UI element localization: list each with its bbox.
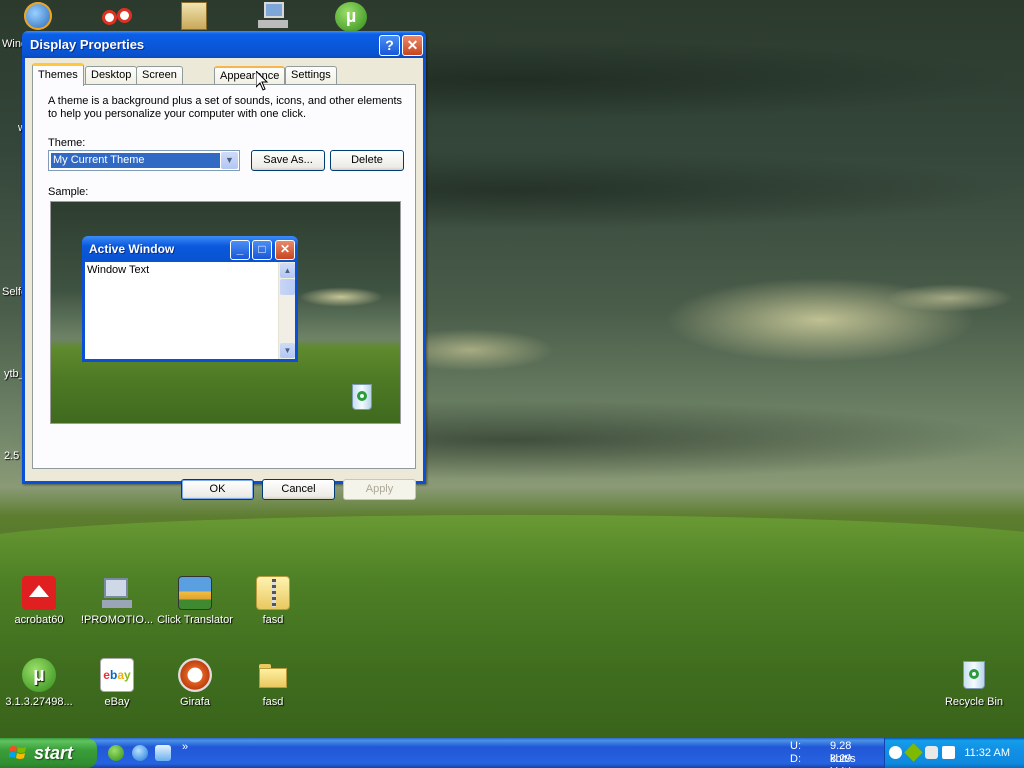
desktop-icon-fasd-zip[interactable]: fasd — [234, 576, 312, 626]
cancel-button[interactable]: Cancel — [262, 479, 335, 500]
sample-active-window: Active Window _ □ ✕ Window Text ▲ ▼ — [82, 236, 298, 362]
tab-appearance[interactable]: Appearance — [214, 66, 286, 85]
desktop-icon-label: !PROMOTIO... — [80, 614, 154, 626]
sample-window-titlebar: Active Window _ □ ✕ — [82, 236, 298, 262]
scroll-up-icon: ▲ — [280, 263, 295, 278]
close-button[interactable]: ✕ — [402, 35, 423, 56]
desktop-icon-utorrent[interactable]: µ 3.1.3.27498... — [0, 658, 78, 708]
help-button[interactable]: ? — [379, 35, 400, 56]
utorrent-icon[interactable] — [108, 745, 124, 761]
computer-program-icon — [100, 576, 134, 610]
tray-network-icon[interactable] — [904, 743, 923, 762]
theme-select[interactable]: My Current Theme ▼ — [48, 150, 240, 171]
sample-scrollbar: ▲ ▼ — [278, 262, 295, 359]
utorrent-icon[interactable]: µ — [335, 2, 367, 32]
download-rate: 8.29 kbit/s — [830, 753, 856, 768]
desktop-icon-label: acrobat60 — [14, 614, 64, 626]
sample-window-body: Window Text ▲ ▼ — [85, 262, 295, 359]
dialog-client-area: Themes Desktop Screen Saver Appearance S… — [25, 58, 423, 500]
theme-label: Theme: — [48, 137, 86, 149]
apply-button[interactable]: Apply — [343, 479, 416, 500]
desktop-icon-girafa[interactable]: Girafa — [156, 658, 234, 708]
start-label: start — [34, 743, 74, 763]
mouse-cursor-icon — [256, 71, 268, 91]
recycle-bin-icon — [957, 658, 991, 692]
acrobat-icon — [22, 576, 56, 610]
tab-themes[interactable]: Themes — [32, 63, 84, 86]
tab-screen-saver[interactable]: Screen Saver — [136, 66, 183, 98]
clock[interactable]: 11:32 AM — [964, 738, 1010, 768]
sample-window-text: Window Text — [87, 264, 150, 276]
recycle-bin-icon — [349, 382, 375, 412]
display-properties-dialog: Display Properties ? ✕ Themes Desktop Sc… — [22, 31, 426, 500]
desktop-icon-acrobat60[interactable]: acrobat60 — [0, 576, 78, 626]
theme-select-value: My Current Theme — [51, 153, 220, 168]
delete-button[interactable]: Delete — [330, 150, 404, 171]
start-button[interactable]: start — [0, 738, 97, 768]
desktop-icon-label: Click Translator — [157, 614, 233, 626]
save-as-button[interactable]: Save As... — [251, 150, 325, 171]
download-label: D: — [790, 753, 801, 765]
tray-connection-icon[interactable] — [925, 746, 938, 759]
desktop-icon-promotion[interactable]: !PROMOTIO... — [78, 576, 156, 626]
sample-window-title: Active Window — [89, 242, 175, 256]
desktop-icon-label: Girafa — [180, 696, 210, 708]
aim-icon[interactable] — [102, 8, 134, 28]
dialog-titlebar[interactable]: Display Properties ? ✕ — [22, 31, 426, 58]
desktop-icon-fasd-folder[interactable]: fasd — [234, 658, 312, 708]
internet-explorer-icon[interactable] — [132, 745, 148, 761]
themes-panel: A theme is a background plus a set of so… — [32, 84, 416, 469]
messenger-icon[interactable] — [155, 745, 171, 761]
themes-description: A theme is a background plus a set of so… — [48, 95, 403, 120]
upload-label: U: — [790, 740, 801, 752]
utorrent-icon: µ — [22, 658, 56, 692]
scroll-thumb — [280, 279, 295, 295]
desktop-icon-label[interactable]: 2.5 — [4, 450, 19, 462]
zip-folder-icon — [256, 576, 290, 610]
setup-icon[interactable] — [181, 2, 207, 30]
sample-label: Sample: — [48, 186, 89, 198]
maximize-icon: □ — [252, 240, 272, 260]
desktop-icon-label: fasd — [262, 614, 284, 626]
tray-expand-icon[interactable] — [889, 746, 902, 759]
chevron-down-icon[interactable]: ▼ — [221, 152, 238, 169]
quick-launch-more-button[interactable]: » — [182, 741, 188, 753]
close-icon: ✕ — [275, 240, 295, 260]
tray-ebay-icon[interactable] — [942, 746, 955, 759]
dialog-title: Display Properties — [30, 37, 145, 52]
desktop-icon-label: 3.1.3.27498... — [5, 696, 73, 708]
desktop-icon-label: fasd — [262, 696, 284, 708]
tab-settings[interactable]: Settings — [285, 66, 337, 85]
folder-icon — [256, 658, 290, 692]
ok-button[interactable]: OK — [181, 479, 254, 500]
taskbar: start » U: 9.28 kbit/s D: 8.29 kbit/s 11… — [0, 738, 1024, 768]
ebay-icon: ebay — [100, 658, 134, 692]
desktop-icon-recycle-bin[interactable]: Recycle Bin — [935, 658, 1013, 708]
desktop-icon-label: eBay — [104, 696, 130, 708]
translator-icon — [178, 576, 212, 610]
girafa-icon — [178, 658, 212, 692]
desktop-icon-label: Recycle Bin — [944, 696, 1004, 708]
scroll-down-icon: ▼ — [280, 343, 295, 358]
windows-logo-icon — [9, 746, 26, 759]
theme-sample-preview: Active Window _ □ ✕ Window Text ▲ ▼ — [50, 201, 401, 424]
windows-media-player-icon[interactable] — [24, 2, 52, 30]
desktop-icon-click-translator[interactable]: Click Translator — [156, 576, 234, 626]
minimize-icon: _ — [230, 240, 250, 260]
network-icon[interactable] — [258, 2, 288, 30]
desktop-icon-ebay[interactable]: ebay eBay — [78, 658, 156, 708]
system-tray: 11:32 AM — [884, 738, 1024, 768]
tab-desktop[interactable]: Desktop — [85, 66, 138, 85]
